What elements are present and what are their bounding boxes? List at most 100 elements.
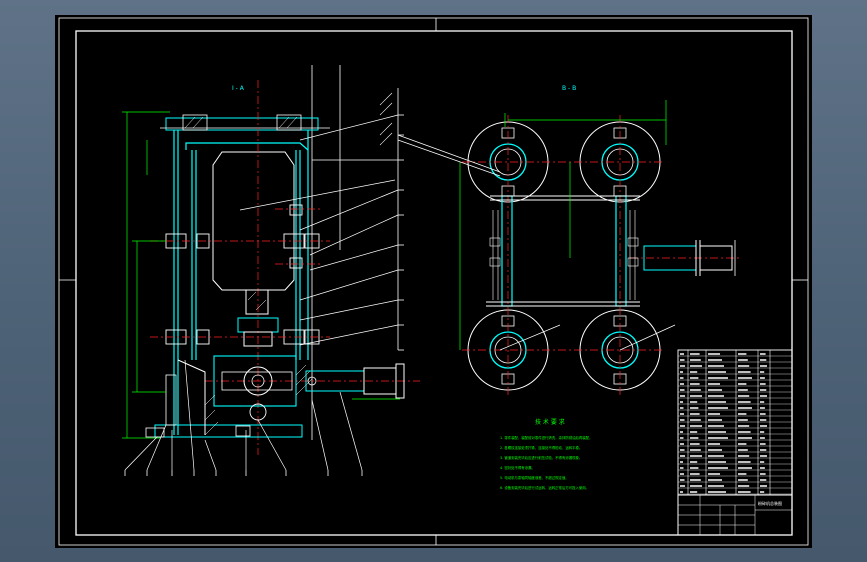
table-cell-mark <box>680 479 685 481</box>
table-cell-mark <box>738 449 748 451</box>
table-cell-mark <box>708 371 726 373</box>
table-cell-mark <box>690 401 698 403</box>
table-cell-mark <box>690 365 702 367</box>
table-cell-mark <box>680 377 684 379</box>
table-cell-mark <box>680 473 684 475</box>
table-cell-mark <box>680 371 683 373</box>
table-cell-mark <box>760 437 765 439</box>
table-cell-mark <box>708 455 724 457</box>
table-cell-mark <box>738 455 750 457</box>
table-cell-mark <box>680 461 683 463</box>
drawing-sheet <box>55 15 812 548</box>
table-cell-mark <box>738 431 751 433</box>
table-cell-mark <box>738 467 752 469</box>
table-cell-mark <box>680 449 685 451</box>
table-cell-mark <box>760 365 767 367</box>
table-cell-mark <box>680 395 685 397</box>
table-cell-mark <box>690 413 700 415</box>
table-cell-mark <box>708 419 722 421</box>
table-cell-mark <box>690 455 702 457</box>
table-cell-mark <box>708 473 720 475</box>
table-cell-mark <box>738 359 748 361</box>
table-cell-mark <box>708 479 722 481</box>
table-cell-mark <box>690 377 699 379</box>
table-cell-mark <box>708 359 722 361</box>
table-cell-mark <box>690 425 702 427</box>
table-cell-mark <box>690 449 701 451</box>
table-cell-mark <box>760 431 765 433</box>
table-cell-mark <box>708 383 720 385</box>
table-cell-mark <box>690 353 700 355</box>
table-cell-mark <box>760 455 767 457</box>
table-cell-mark <box>690 467 699 469</box>
table-cell-mark <box>760 371 765 373</box>
table-cell-mark <box>760 443 766 445</box>
table-cell-mark <box>690 419 701 421</box>
table-cell-mark <box>708 491 726 493</box>
table-cell-mark <box>708 425 724 427</box>
table-cell-mark <box>708 467 728 469</box>
table-cell-mark <box>760 353 766 355</box>
table-cell-mark <box>760 485 767 487</box>
table-cell-mark <box>738 395 750 397</box>
table-cell-mark <box>760 377 765 379</box>
table-cell-mark <box>680 467 684 469</box>
table-cell-mark <box>690 407 699 409</box>
table-cell-mark <box>680 485 685 487</box>
table-cell-mark <box>690 491 698 493</box>
table-cell-mark <box>760 359 767 361</box>
table-cell-mark <box>738 419 748 421</box>
table-cell-mark <box>690 461 698 463</box>
table-cell-mark <box>690 371 698 373</box>
table-cell-mark <box>760 401 765 403</box>
table-cell-mark <box>680 425 685 427</box>
table-cell-mark <box>760 425 767 427</box>
table-cell-mark <box>738 371 751 373</box>
table-cell-mark <box>738 491 751 493</box>
table-cell-mark <box>680 383 684 385</box>
table-cell-mark <box>708 407 728 409</box>
table-cell-mark <box>760 395 767 397</box>
table-cell-mark <box>680 365 685 367</box>
table-cell-mark <box>738 365 750 367</box>
table-cell-mark <box>690 485 702 487</box>
table-cell-mark <box>680 389 685 391</box>
table-cell-mark <box>708 377 728 379</box>
table-cell-mark <box>690 479 701 481</box>
table-cell-mark <box>738 461 751 463</box>
table-cell-mark <box>708 353 720 355</box>
note-line-4: 4. 密封处不得有渗漏。 <box>500 465 535 470</box>
section-label-right: B - B <box>562 85 576 92</box>
table-cell-mark <box>760 407 765 409</box>
table-cell-mark <box>738 485 750 487</box>
table-cell-mark <box>680 419 685 421</box>
table-cell-mark <box>738 425 750 427</box>
table-cell-mark <box>708 461 726 463</box>
table-cell-mark <box>680 431 683 433</box>
table-cell-mark <box>708 401 726 403</box>
table-cell-mark <box>690 389 701 391</box>
table-cell-mark <box>738 389 748 391</box>
table-cell-mark <box>708 389 722 391</box>
table-cell-mark <box>708 413 720 415</box>
table-cell-mark <box>760 419 767 421</box>
notes-title: 技 术 要 求 <box>535 418 565 426</box>
table-cell-mark <box>760 479 767 481</box>
note-line-2: 2. 各螺纹连接处须拧紧，连接处不得松动，运转平稳。 <box>500 445 582 450</box>
table-cell-mark <box>760 473 766 475</box>
cad-drawing-canvas: I - A B - B 技 术 要 求 1. 零件装配，装配前对零件进行清洗，涂… <box>55 15 812 548</box>
table-cell-mark <box>690 431 698 433</box>
table-cell-mark <box>690 443 700 445</box>
table-cell-mark <box>738 479 748 481</box>
table-cell-mark <box>690 473 700 475</box>
note-line-1: 1. 零件装配，装配前对零件进行清洗，涂抹防锈油后再装配。 <box>500 435 592 440</box>
table-cell-mark <box>680 353 684 355</box>
table-cell-mark <box>738 383 747 385</box>
table-cell-mark <box>760 383 766 385</box>
table-cell-mark <box>708 437 728 439</box>
table-cell-mark <box>690 359 701 361</box>
table-cell-mark <box>708 365 724 367</box>
table-cell-mark <box>760 449 767 451</box>
drawing-title: 粉碎机总装图 <box>758 500 782 506</box>
table-cell-mark <box>738 473 747 475</box>
